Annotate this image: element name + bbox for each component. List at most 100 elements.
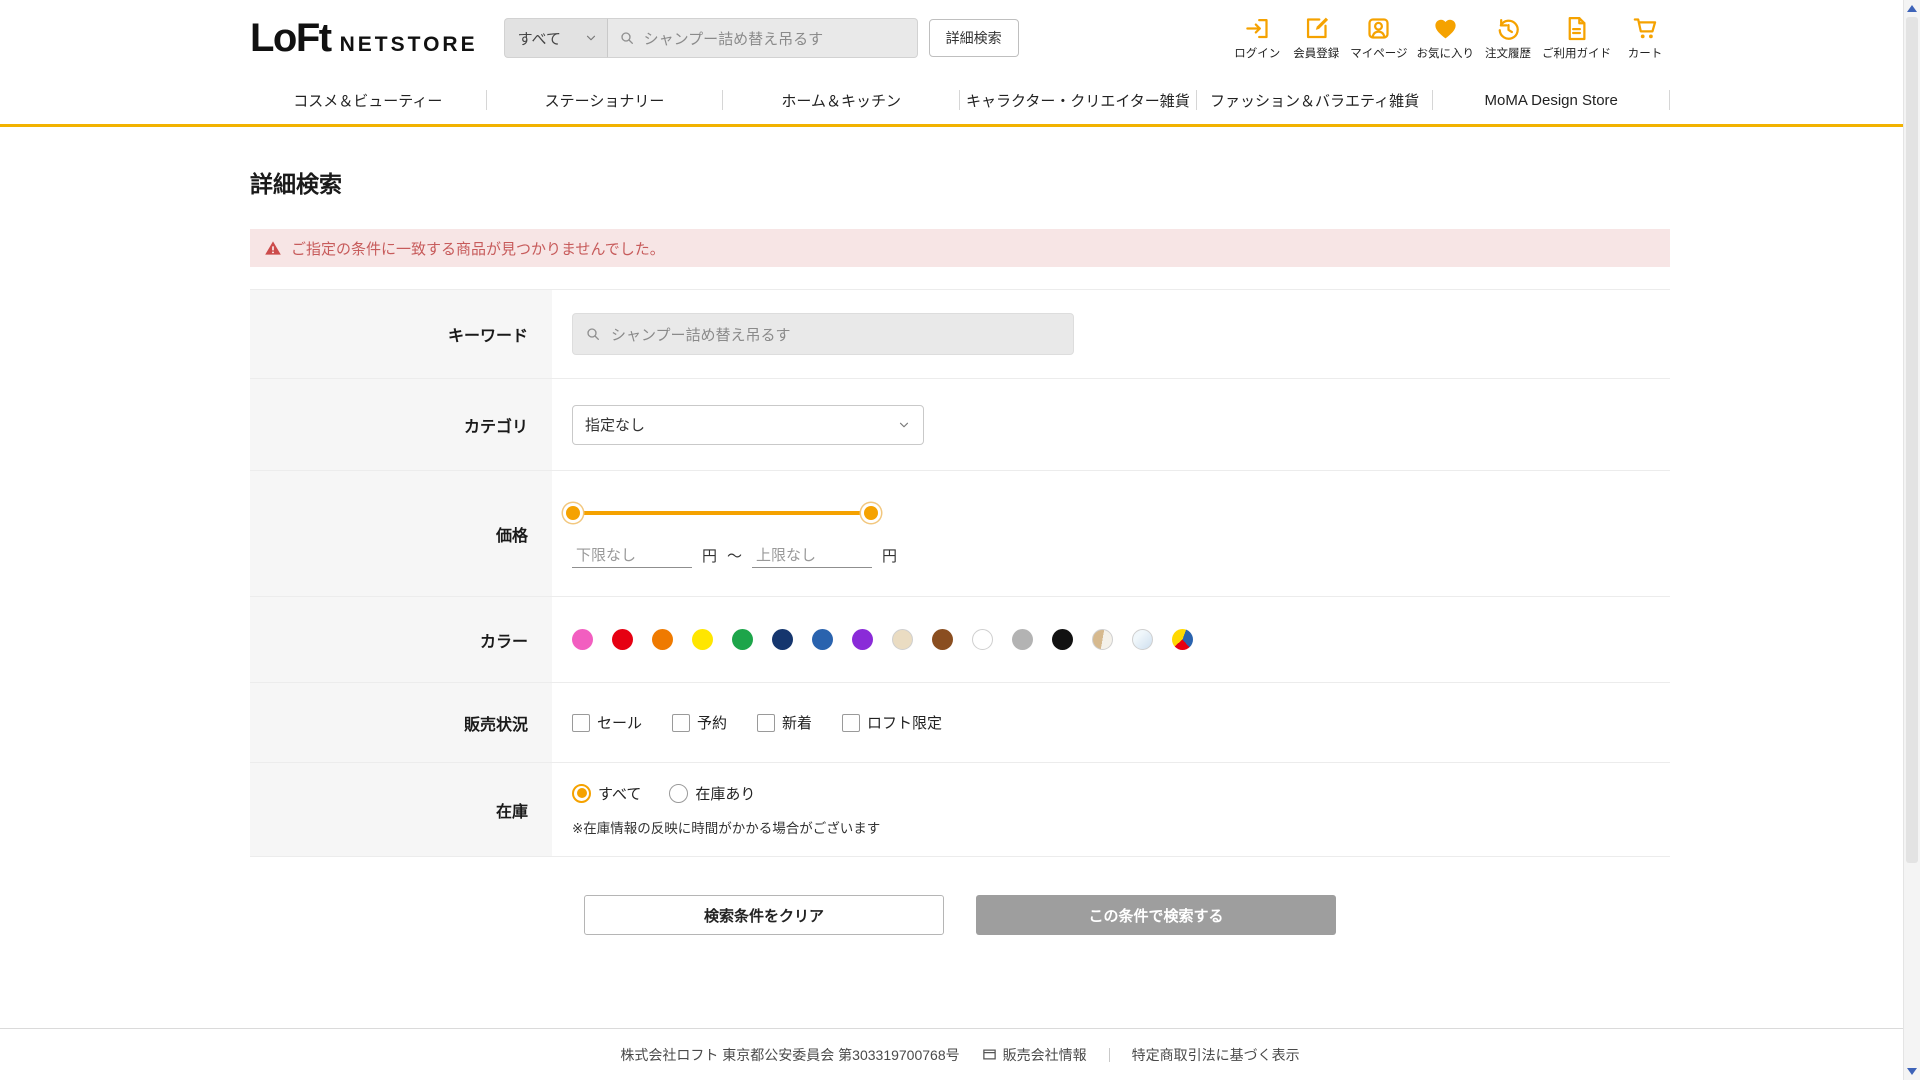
- keyword-input[interactable]: [609, 325, 1061, 344]
- search-icon: [619, 30, 635, 46]
- cart-link[interactable]: カート: [1620, 15, 1670, 61]
- header-search-box: [608, 18, 918, 58]
- slider-handle-max[interactable]: [864, 506, 878, 520]
- color-swatch-white[interactable]: [972, 629, 993, 650]
- main-content: 詳細検索 ご指定の条件に一致する商品が見つかりませんでした。 キーワード カテゴ…: [250, 127, 1670, 935]
- category-select[interactable]: 指定なし: [572, 405, 924, 445]
- page-title: 詳細検索: [250, 165, 1670, 199]
- keyword-field: [572, 313, 1074, 355]
- nav-item-cosme[interactable]: コスメ＆ビューティー: [250, 90, 486, 111]
- main-nav: コスメ＆ビューティー ステーショナリー ホーム＆キッチン キャラクター・クリエイ…: [0, 76, 1920, 127]
- form-row-color: カラー: [250, 597, 1670, 683]
- nav-item-character[interactable]: キャラクター・クリエイター雑貨: [960, 90, 1196, 111]
- triangle-up-icon: [1907, 5, 1917, 12]
- footer-link-company-info[interactable]: 販売会社情報: [982, 1045, 1087, 1065]
- nav-item-moma[interactable]: MoMA Design Store: [1433, 92, 1669, 109]
- scrollbar[interactable]: [1903, 0, 1920, 1080]
- slider-handle-min[interactable]: [566, 506, 580, 520]
- price-max-input[interactable]: [752, 544, 872, 568]
- color-swatch-green[interactable]: [732, 629, 753, 650]
- keyword-label: キーワード: [250, 290, 552, 378]
- footer-link-commercial-law[interactable]: 特定商取引法に基づく表示: [1132, 1045, 1300, 1065]
- site-header: LoFt NETSTORE すべて 詳細検索 ログイン 会員登録: [0, 0, 1920, 76]
- color-label: カラー: [250, 597, 552, 682]
- login-icon: [1244, 15, 1271, 42]
- color-swatch-multicolor[interactable]: [1172, 629, 1193, 650]
- checkbox-sale[interactable]: セール: [572, 712, 642, 733]
- radio-all[interactable]: すべて: [572, 783, 641, 804]
- mypage-link[interactable]: マイページ: [1350, 15, 1407, 61]
- loft-logo[interactable]: LoFt NETSTORE: [250, 16, 478, 61]
- radio-in-stock[interactable]: 在庫あり: [669, 783, 755, 804]
- slider-track: [572, 511, 872, 515]
- color-swatch-gray[interactable]: [1012, 629, 1033, 650]
- nav-item-fashion[interactable]: ファッション＆バラエティ雑貨: [1197, 90, 1433, 111]
- color-swatch-red[interactable]: [612, 629, 633, 650]
- color-swatch-beige[interactable]: [892, 629, 913, 650]
- price-separator: ～: [727, 545, 742, 566]
- color-swatch-yellow[interactable]: [692, 629, 713, 650]
- guide-link[interactable]: ご利用ガイド: [1542, 15, 1611, 61]
- color-swatch-purple[interactable]: [852, 629, 873, 650]
- color-swatch-gold-silver[interactable]: [1092, 629, 1113, 650]
- scroll-up-arrow[interactable]: [1904, 0, 1920, 17]
- color-swatch-blue[interactable]: [812, 629, 833, 650]
- nav-divider: [1669, 90, 1670, 110]
- alert-text: ご指定の条件に一致する商品が見つかりませんでした。: [291, 238, 665, 259]
- stock-options: すべて 在庫あり: [572, 783, 1670, 804]
- search-category-value: すべて: [518, 28, 561, 49]
- price-unit: 円: [882, 545, 897, 566]
- search-category-select[interactable]: すべて: [504, 18, 608, 58]
- radio-button: [669, 784, 688, 803]
- form-row-status: 販売状況 セール 予約 新着: [250, 683, 1670, 763]
- category-select-value: 指定なし: [585, 414, 645, 435]
- color-swatch-pink[interactable]: [572, 629, 593, 650]
- color-swatch-clear[interactable]: [1132, 629, 1153, 650]
- stock-label: 在庫: [250, 763, 552, 856]
- color-swatch-navy[interactable]: [772, 629, 793, 650]
- form-row-category: カテゴリ 指定なし: [250, 379, 1670, 471]
- price-min-input[interactable]: [572, 544, 692, 568]
- warning-icon: [264, 239, 282, 257]
- search-submit-button[interactable]: この条件で検索する: [976, 895, 1336, 935]
- utility-nav: ログイン 会員登録 マイページ お気に入り 注文履歴 ご利用ガイド: [1232, 15, 1670, 61]
- footer-company-text: 株式会社ロフト 東京都公安委員会 第303319700768号: [620, 1045, 959, 1065]
- clear-conditions-button[interactable]: 検索条件をクリア: [584, 895, 944, 935]
- color-swatch-brown[interactable]: [932, 629, 953, 650]
- guide-icon: [1563, 15, 1590, 42]
- cart-icon: [1632, 15, 1659, 42]
- scroll-down-arrow[interactable]: [1904, 1063, 1920, 1080]
- favorites-link[interactable]: お気に入り: [1417, 15, 1475, 61]
- header-search: すべて 詳細検索: [504, 18, 1019, 58]
- checkbox-box: [672, 714, 690, 732]
- price-unit: 円: [702, 545, 717, 566]
- status-options: セール 予約 新着 ロフト限定: [572, 712, 1670, 733]
- form-row-stock: 在庫 すべて 在庫あり ※在庫情報の反映に時間がかかる場合がございます: [250, 763, 1670, 857]
- no-results-alert: ご指定の条件に一致する商品が見つかりませんでした。: [250, 229, 1670, 267]
- login-link[interactable]: ログイン: [1232, 15, 1282, 61]
- stock-note: ※在庫情報の反映に時間がかかる場合がございます: [572, 817, 1670, 837]
- chevron-down-icon: [584, 31, 598, 45]
- register-link[interactable]: 会員登録: [1291, 15, 1341, 61]
- price-inputs: 円 ～ 円: [572, 544, 1670, 568]
- checkbox-loft-exclusive[interactable]: ロフト限定: [842, 712, 942, 733]
- site-footer: 株式会社ロフト 東京都公安委員会 第303319700768号 販売会社情報 特…: [0, 1028, 1920, 1080]
- checkbox-new[interactable]: 新着: [757, 712, 812, 733]
- price-range-slider[interactable]: [572, 502, 872, 524]
- scrollbar-thumb[interactable]: [1906, 17, 1918, 863]
- color-swatch-orange[interactable]: [652, 629, 673, 650]
- detail-search-button[interactable]: 詳細検索: [929, 19, 1019, 57]
- footer-divider: [1109, 1048, 1110, 1062]
- category-label: カテゴリ: [250, 379, 552, 470]
- header-search-input[interactable]: [642, 29, 906, 48]
- form-actions: 検索条件をクリア この条件で検索する: [250, 895, 1670, 935]
- color-swatch-black[interactable]: [1052, 629, 1073, 650]
- checkbox-preorder[interactable]: 予約: [672, 712, 727, 733]
- storefront-icon: [982, 1047, 997, 1062]
- triangle-down-icon: [1907, 1068, 1917, 1075]
- order-history-link[interactable]: 注文履歴: [1483, 15, 1533, 61]
- nav-item-home-kitchen[interactable]: ホーム＆キッチン: [723, 90, 959, 111]
- checkbox-box: [572, 714, 590, 732]
- status-label: 販売状況: [250, 683, 552, 762]
- nav-item-stationery[interactable]: ステーショナリー: [487, 90, 723, 111]
